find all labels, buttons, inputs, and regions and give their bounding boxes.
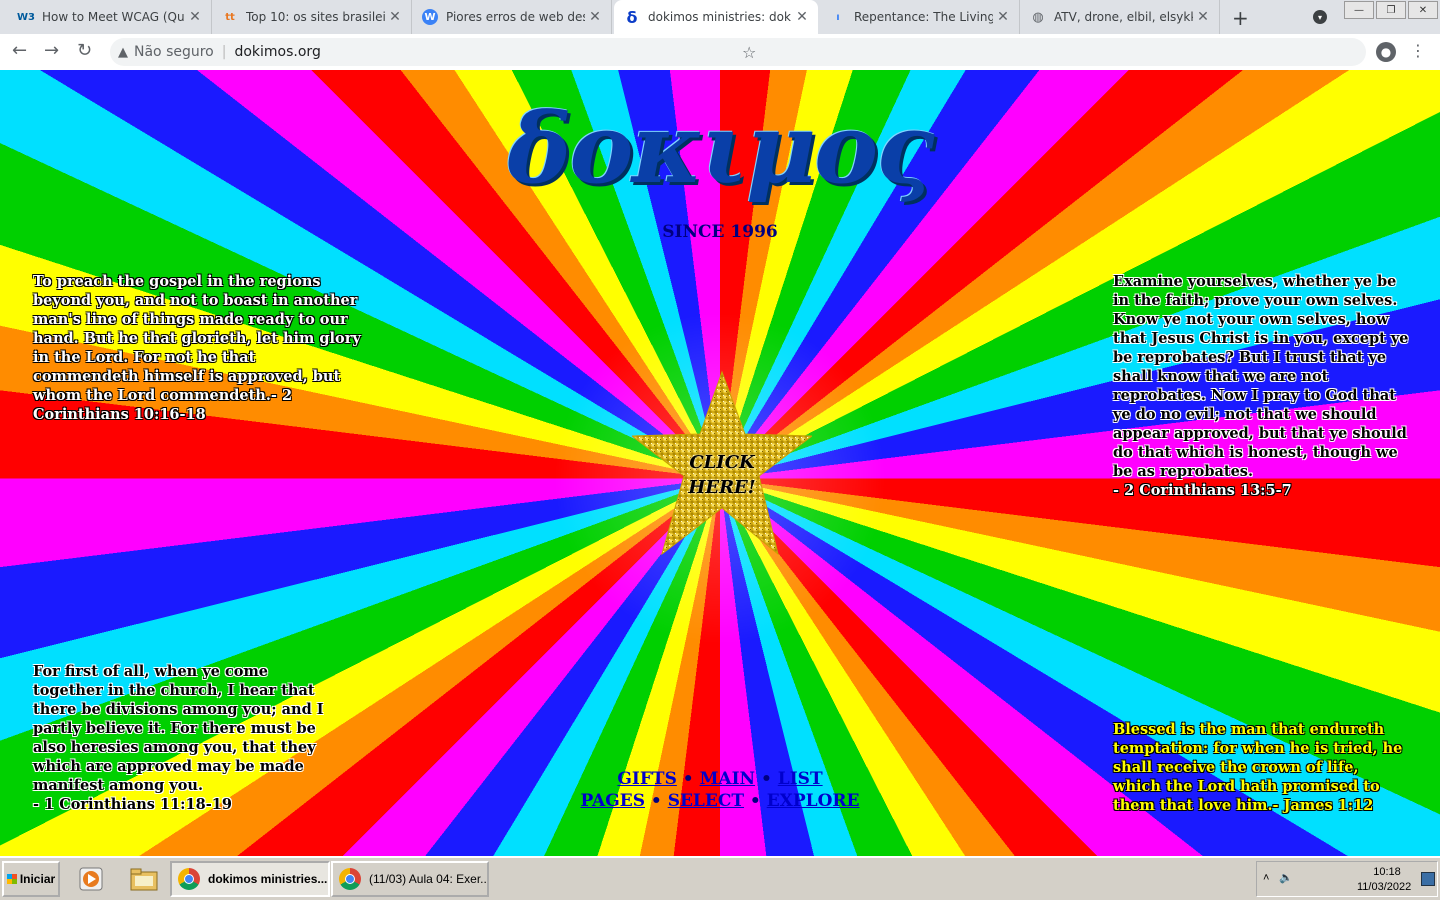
url-text[interactable]: dokimos.org: [234, 44, 320, 60]
show-desktop-icon[interactable]: [1421, 872, 1435, 886]
chrome-icon: [178, 868, 200, 890]
address-bar[interactable]: ▲ Não seguro | dokimos.org ☆: [110, 38, 1366, 66]
taskbar: Iniciar dokimos ministries... (11/03) Au…: [0, 856, 1440, 900]
tab-wcag[interactable]: W3 How to Meet WCAG (Quickr ✕: [8, 0, 212, 34]
menu-kebab-icon[interactable]: ⋮: [1410, 41, 1426, 60]
tab-title: ATV, drone, elbil, elsykkel, m: [1054, 10, 1193, 24]
system-tray: ˄ 🔈 10:18 11/03/2022: [1256, 861, 1438, 897]
minimize-icon[interactable]: —: [1344, 1, 1374, 19]
restore-icon[interactable]: ❐: [1376, 1, 1406, 19]
link-list[interactable]: LIST: [778, 769, 823, 789]
close-tab-icon[interactable]: ✕: [585, 9, 605, 25]
task-title: (11/03) Aula 04: Exer...: [369, 872, 489, 886]
link-separator: •: [676, 769, 700, 789]
warning-icon[interactable]: ▲: [118, 45, 128, 60]
bar-favicon-icon: ı: [836, 11, 840, 23]
link-pages[interactable]: PAGES: [580, 791, 645, 811]
security-label[interactable]: Não seguro: [134, 44, 214, 60]
tab-repentance[interactable]: ı Repentance: The Living Faith ✕: [820, 0, 1020, 34]
tab-title: Repentance: The Living Faith: [854, 10, 993, 24]
task-dokimos[interactable]: dokimos ministries...: [170, 861, 330, 897]
w3c-favicon-icon: W3: [17, 11, 35, 23]
divider: |: [221, 44, 227, 60]
task-title: dokimos ministries...: [208, 872, 328, 886]
close-tab-icon[interactable]: ✕: [1193, 9, 1213, 25]
verse-top-left: To preach the gospel in the regions beyo…: [33, 273, 361, 423]
verse-top-right: Examine yourselves, whether ye be in the…: [1113, 272, 1413, 500]
tab-atv[interactable]: ◍ ATV, drone, elbil, elsykkel, m ✕: [1020, 0, 1220, 34]
click-here-star-button[interactable]: CLICK HERE!: [632, 370, 812, 556]
delta-favicon-icon: δ: [626, 7, 638, 27]
link-explore[interactable]: EXPLORE: [767, 791, 860, 811]
link-separator: •: [644, 791, 668, 811]
folder-icon[interactable]: [130, 866, 158, 892]
link-main[interactable]: MAIN: [700, 769, 756, 789]
close-tab-icon[interactable]: ✕: [792, 9, 812, 25]
clock-date[interactable]: 11/03/2022: [1357, 881, 1411, 893]
close-tab-icon[interactable]: ✕: [185, 9, 205, 25]
click-label-line1[interactable]: CLICK: [689, 452, 754, 473]
tray-expand-icon[interactable]: ˄: [1263, 872, 1269, 884]
click-here-label[interactable]: CLICK HERE!: [632, 450, 812, 500]
since-label: SINCE 1996: [662, 222, 778, 242]
globe-icon: ◍: [1032, 9, 1044, 25]
link-select[interactable]: SELECT: [668, 791, 744, 811]
profile-avatar-icon[interactable]: ●: [1376, 42, 1396, 62]
reload-icon[interactable]: ↻: [77, 40, 92, 61]
link-separator: •: [744, 791, 767, 811]
close-tab-icon[interactable]: ✕: [385, 9, 405, 25]
tab-title: How to Meet WCAG (Quickr: [42, 10, 185, 24]
task-aula[interactable]: (11/03) Aula 04: Exer...: [331, 861, 489, 897]
tab-piores-erros[interactable]: W Piores erros de web design: ✕: [412, 0, 612, 34]
windows-logo-icon: [6, 874, 17, 884]
tab-search-icon[interactable]: ▾: [1313, 10, 1327, 24]
tab-strip: W3 How to Meet WCAG (Quickr ✕ tt Top 10:…: [0, 0, 1440, 34]
new-tab-button[interactable]: +: [1232, 6, 1249, 30]
volume-icon[interactable]: 🔈: [1279, 871, 1293, 884]
start-label: Iniciar: [19, 872, 56, 886]
close-tab-icon[interactable]: ✕: [993, 9, 1013, 25]
start-button[interactable]: Iniciar: [2, 861, 60, 897]
close-window-icon[interactable]: ✕: [1408, 1, 1438, 19]
click-label-line2[interactable]: HERE!: [688, 477, 755, 498]
browser-toolbar: ← → ↻ ▲ Não seguro | dokimos.org ☆: [0, 34, 1440, 71]
verse-reference: - 2 Corinthians 13:5-7: [1113, 482, 1292, 499]
tab-title: Top 10: os sites brasileiros m: [246, 10, 385, 24]
tt-favicon-icon: tt: [225, 11, 235, 23]
link-separator: •: [755, 769, 778, 789]
window-controls: — ❐ ✕: [1344, 0, 1440, 19]
forward-icon[interactable]: →: [44, 40, 59, 61]
back-icon[interactable]: ←: [12, 40, 27, 61]
w-favicon-icon: W: [422, 9, 438, 25]
tab-title: dokimos ministries: dokimos: [648, 10, 792, 24]
link-gifts[interactable]: GIFTS: [617, 769, 676, 789]
tab-top10[interactable]: tt Top 10: os sites brasileiros m ✕: [212, 0, 412, 34]
tab-dokimos[interactable]: δ dokimos ministries: dokimos ✕: [614, 0, 818, 34]
tab-title: Piores erros de web design:: [446, 10, 585, 24]
nav-links: GIFTS • MAIN • LIST PAGES • SELECT • EXP…: [0, 768, 1440, 812]
media-player-icon[interactable]: [78, 866, 104, 892]
chrome-icon: [339, 868, 361, 890]
verse-text: Examine yourselves, whether ye be in the…: [1113, 273, 1409, 480]
clock-time[interactable]: 10:18: [1367, 866, 1407, 878]
web-page: δοκιμος SINCE 1996 To preach the gospel …: [0, 70, 1440, 856]
dokimos-logo: δοκιμος: [507, 92, 934, 205]
